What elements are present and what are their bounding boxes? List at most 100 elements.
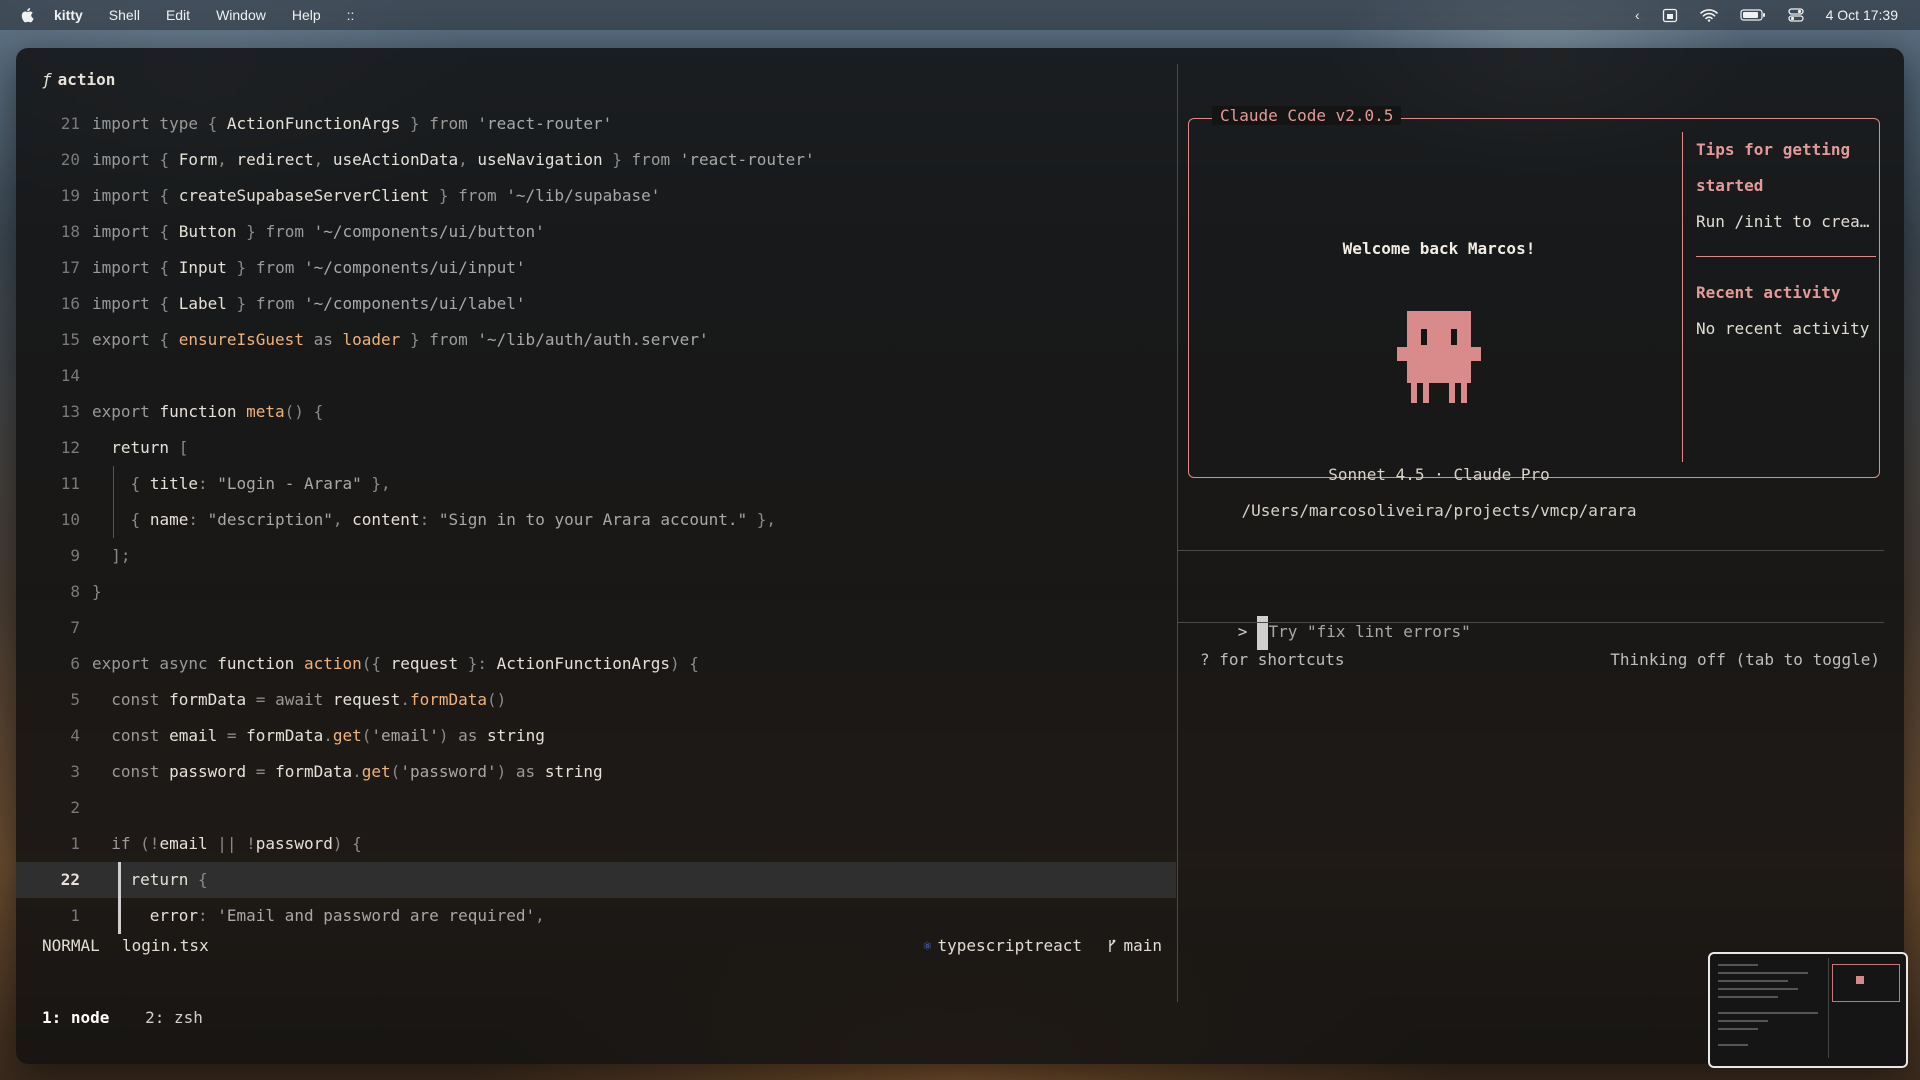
line-number: 1 xyxy=(70,834,80,853)
window-preview-thumbnail[interactable] xyxy=(1708,952,1908,1068)
code-text: const formData = await request.formData(… xyxy=(111,690,507,709)
code-text: if (!email || !password) { xyxy=(111,834,362,853)
thinking-toggle-hint[interactable]: Thinking off (tab to toggle) xyxy=(1610,650,1880,669)
code-text: import { Label } from '~/components/ui/l… xyxy=(92,294,526,313)
thumb-line xyxy=(1718,1012,1818,1014)
code-line[interactable]: 5 const formData = await request.formDat… xyxy=(16,682,1176,718)
menu-app-name[interactable]: kitty xyxy=(54,7,83,23)
code-line[interactable]: 9 ]; xyxy=(16,538,1176,574)
line-number: 21 xyxy=(60,114,80,133)
menu-shell[interactable]: Shell xyxy=(109,7,140,23)
filetype-label: typescriptreact xyxy=(937,936,1083,955)
claude-mascot-icon xyxy=(1397,311,1481,403)
code-line[interactable]: 18 import { Button } from '~/components/u… xyxy=(16,214,1176,250)
thumb-mascot xyxy=(1856,976,1864,984)
code-line[interactable]: 3 const password = formData.get('passwor… xyxy=(16,754,1176,790)
code-text: ]; xyxy=(111,546,131,565)
prompt-placeholder: Try "fix lint errors" xyxy=(1268,622,1471,641)
code-text: const email = formData.get('email') as s… xyxy=(111,726,545,745)
welcome-message: Welcome back Marcos! xyxy=(1342,239,1536,258)
code-line[interactable]: 13 export function meta() { xyxy=(16,394,1176,430)
editor-pane[interactable]: ƒ action 21 import type { ActionFunctionAr… xyxy=(16,48,1176,1064)
code-line[interactable]: 7 xyxy=(16,610,1176,646)
code-text: import { createSupabaseServerClient } fr… xyxy=(92,186,661,205)
line-number: 2 xyxy=(70,798,80,817)
prompt-input[interactable]: > Try "fix lint errors" xyxy=(1180,578,1471,650)
tips-panel: Tips for getting started Run /init to cr… xyxy=(1696,132,1876,347)
code-text: export { ensureIsGuest as loader } from … xyxy=(92,330,709,349)
code-text: import { Input } from '~/components/ui/i… xyxy=(92,258,526,277)
code-text: return [ xyxy=(111,438,189,457)
code-line[interactable]: 11 { title: "Login - Arara" }, xyxy=(16,466,1176,502)
status-line: NORMAL login.tsx ⚛ typescriptreact main xyxy=(42,936,1162,960)
code-line[interactable]: 2 xyxy=(16,790,1176,826)
breadcrumb: ƒ action xyxy=(42,70,115,89)
file-name: login.tsx xyxy=(122,936,209,955)
code-line[interactable]: 22 return { xyxy=(16,862,1176,898)
line-number: 20 xyxy=(60,150,80,169)
battery-icon[interactable] xyxy=(1740,8,1766,22)
control-center-icon[interactable] xyxy=(1787,8,1804,22)
code-line[interactable]: 1 error: 'Email and password are require… xyxy=(16,898,1176,934)
code-text: const password = formData.get('password'… xyxy=(111,762,603,781)
code-line[interactable]: 10 { name: "description", content: "Sign… xyxy=(16,502,1176,538)
line-number: 12 xyxy=(60,438,80,457)
chevron-left-icon[interactable]: ‹ xyxy=(1635,7,1640,23)
line-number: 22 xyxy=(60,870,80,889)
menu-edit[interactable]: Edit xyxy=(166,7,190,23)
claude-code-pane[interactable]: Welcome back Marcos! Sonnet 4.5 · Claude… xyxy=(1178,48,1904,1064)
git-branch: main xyxy=(1107,936,1162,955)
welcome-box-divider xyxy=(1682,132,1683,462)
code-text: { title: "Login - Arara" }, xyxy=(130,474,391,493)
code-text: import type { ActionFunctionArgs } from … xyxy=(92,114,613,133)
claude-code-title: Claude Code v2.0.5 xyxy=(1212,106,1402,125)
thumb-line xyxy=(1718,980,1788,982)
prompt-top-border xyxy=(1178,550,1884,551)
indent-guide xyxy=(113,466,114,502)
thumb-line xyxy=(1718,1044,1748,1046)
thumb-line xyxy=(1718,1028,1758,1030)
apple-icon[interactable] xyxy=(20,6,36,24)
menu-window[interactable]: Window xyxy=(216,7,266,23)
code-line[interactable]: 12 return [ xyxy=(16,430,1176,466)
code-area[interactable]: 21 import type { ActionFunctionArgs } fro… xyxy=(16,106,1176,934)
thumb-line xyxy=(1718,1020,1768,1022)
git-branch-icon xyxy=(1109,939,1116,952)
recent-activity-text: No recent activity xyxy=(1696,319,1870,338)
code-line[interactable]: 17 import { Input } from '~/components/ui… xyxy=(16,250,1176,286)
tips-heading-line2: started xyxy=(1696,176,1764,195)
code-text: error: 'Email and password are required'… xyxy=(149,906,545,925)
menu-clock[interactable]: 4 Oct 17:39 xyxy=(1826,7,1898,23)
code-line[interactable]: 16 import { Label } from '~/components/ui… xyxy=(16,286,1176,322)
terminal-window: ƒ action 21 import type { ActionFunctionAr… xyxy=(16,48,1904,1064)
code-text: export async function action({ request }… xyxy=(92,654,699,673)
wifi-icon[interactable] xyxy=(1699,8,1718,22)
calendar-icon[interactable] xyxy=(1662,7,1678,23)
line-number: 10 xyxy=(60,510,80,529)
indent-guide xyxy=(113,502,114,538)
line-number: 5 xyxy=(70,690,80,709)
vim-mode: NORMAL xyxy=(42,936,100,955)
tab-node[interactable]: 1: node xyxy=(42,1008,109,1027)
line-number: 1 xyxy=(70,906,80,925)
code-line[interactable]: 21 import type { ActionFunctionArgs } fro… xyxy=(16,106,1176,142)
code-line[interactable]: 15 export { ensureIsGuest as loader } fro… xyxy=(16,322,1176,358)
line-number: 15 xyxy=(60,330,80,349)
menu-help[interactable]: Help xyxy=(292,7,321,23)
code-line[interactable]: 4 const email = formData.get('email') as… xyxy=(16,718,1176,754)
line-number: 7 xyxy=(70,618,80,637)
line-number: 17 xyxy=(60,258,80,277)
tips-heading-line1: Tips for getting xyxy=(1696,140,1851,159)
code-line[interactable]: 1 if (!email || !password) { xyxy=(16,826,1176,862)
code-line[interactable]: 8} xyxy=(16,574,1176,610)
menu-extra[interactable]: :: xyxy=(347,7,355,23)
thumb-line xyxy=(1718,996,1778,998)
line-number: 6 xyxy=(70,654,80,673)
code-line[interactable]: 20 import { Form, redirect, useActionData… xyxy=(16,142,1176,178)
git-branch-label: main xyxy=(1123,936,1162,955)
code-line[interactable]: 14 xyxy=(16,358,1176,394)
code-line[interactable]: 19 import { createSupabaseServerClient } … xyxy=(16,178,1176,214)
tab-zsh[interactable]: 2: zsh xyxy=(145,1008,203,1027)
code-line[interactable]: 6 export async function action({ request … xyxy=(16,646,1176,682)
line-number: 8 xyxy=(70,582,80,601)
